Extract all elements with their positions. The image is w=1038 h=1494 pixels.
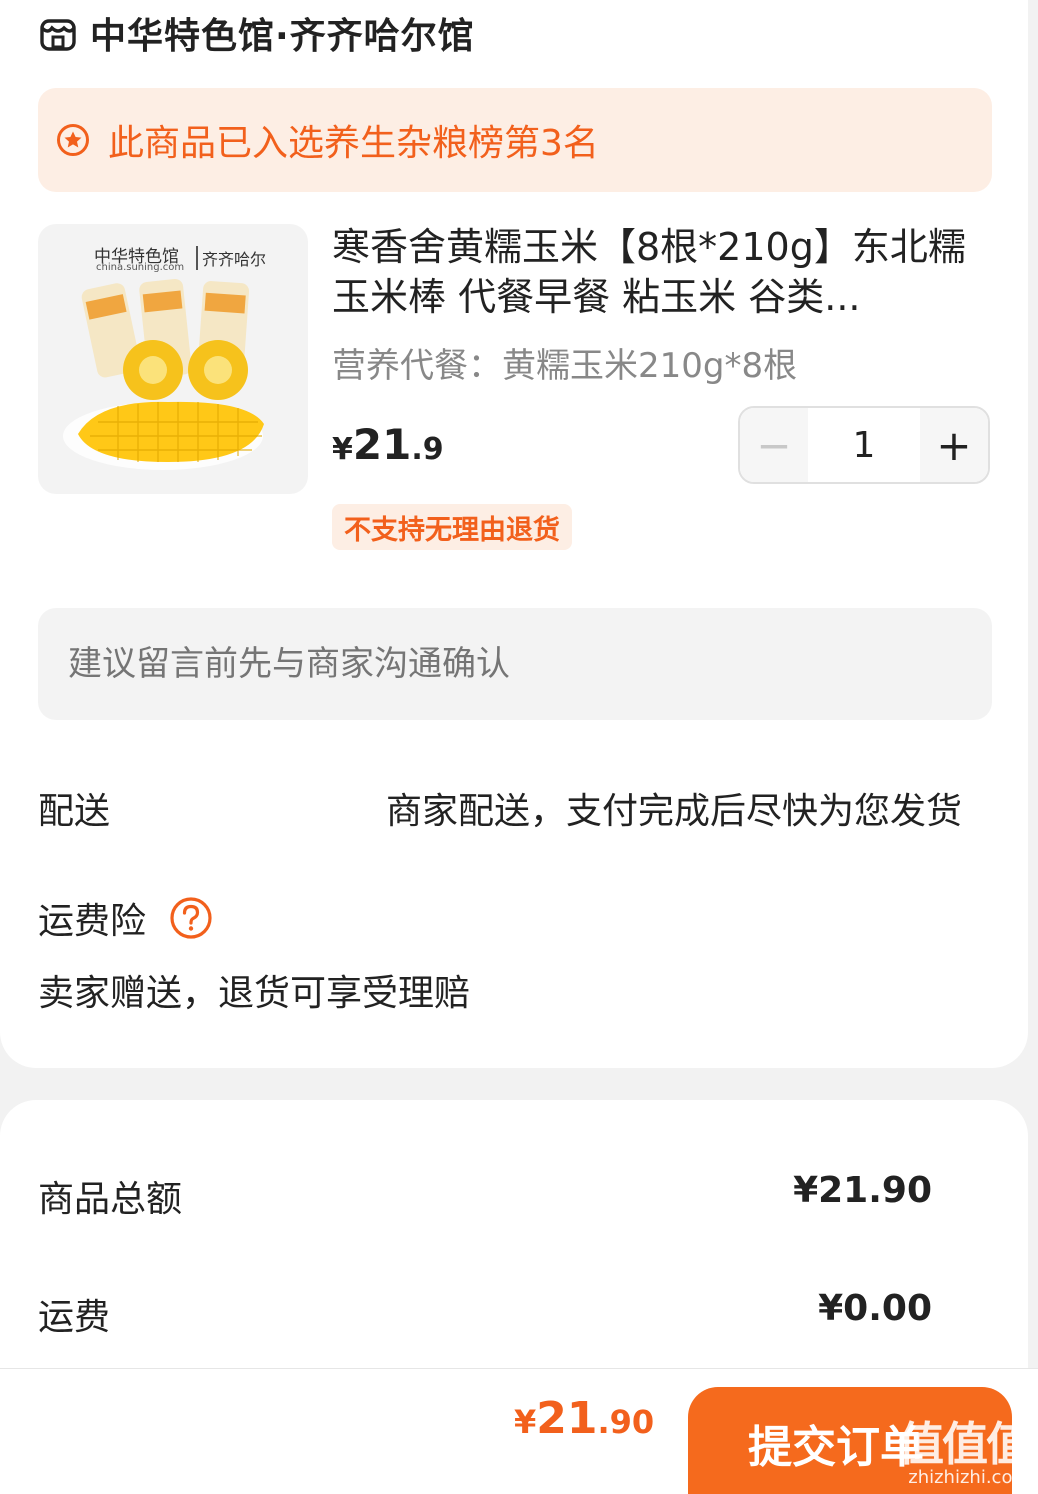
goods-total-label: 商品总额 — [38, 1179, 183, 1220]
star-badge-icon — [57, 124, 89, 156]
watermark: 值值值 zhizhizhi.com — [898, 1417, 1032, 1488]
rank-text: 此商品已入选养生杂粮榜第3名 — [108, 123, 599, 164]
quantity-value[interactable]: 1 — [808, 425, 920, 466]
product-price: ¥21.9 — [332, 420, 444, 469]
product-image[interactable]: 中华特色馆 china.suning.com 齐齐哈尔 — [38, 224, 308, 494]
rank-banner[interactable]: 此商品已入选养生杂粮榜第3名 — [38, 88, 992, 192]
help-icon[interactable] — [168, 895, 214, 941]
bottom-bar: ¥21.90 提交订单 值值值 zhizhizhi.com — [0, 1368, 1038, 1494]
price-summary: 商品总额 ¥21.90 运费 ¥0.00 — [0, 1100, 1028, 1380]
order-total: ¥21.90 — [514, 1393, 654, 1444]
message-input[interactable] — [38, 608, 992, 720]
goods-total-value: ¥21.90 — [793, 1170, 932, 1211]
store-name: 中华特色馆·齐齐哈尔馆 — [90, 16, 475, 57]
corn-illustration — [63, 278, 264, 470]
shipping-insurance: 运费险 — [38, 892, 214, 944]
store-icon — [40, 19, 76, 51]
price-decimal: .9 — [411, 432, 444, 467]
insurance-label: 运费险 — [38, 901, 147, 942]
shipping-fee-label: 运费 — [38, 1297, 111, 1338]
increase-button[interactable]: + — [920, 408, 988, 482]
price-integer: 21 — [352, 420, 412, 469]
watermark-logo: 值值值 — [898, 1417, 1032, 1471]
delivery-value: 商家配送，支付完成后尽快为您发货 — [385, 791, 962, 832]
product-spec[interactable]: 营养代餐：黄糯玉米210g*8根 — [332, 338, 797, 387]
delivery-label: 配送 — [38, 791, 111, 832]
quantity-stepper: − 1 + — [738, 406, 990, 484]
order-card: 中华特色馆·齐齐哈尔馆 此商品已入选养生杂粮榜第3名 中华特色馆 china.s… — [0, 0, 1028, 1068]
shipping-fee-value: ¥0.00 — [818, 1288, 932, 1329]
insurance-description: 卖家赠送，退货可享受理赔 — [38, 973, 471, 1014]
no-return-badge: 不支持无理由退货 — [332, 504, 572, 550]
total-decimal: .90 — [597, 1403, 655, 1441]
price-currency: ¥ — [332, 432, 353, 467]
total-currency: ¥ — [514, 1403, 537, 1441]
total-integer: 21 — [536, 1393, 598, 1444]
store-header[interactable]: 中华特色馆·齐齐哈尔馆 — [38, 8, 475, 58]
product-title[interactable]: 寒香舍黄糯玉米【8根*210g】东北糯玉米棒 代餐早餐 粘玉米 谷类... — [332, 222, 992, 322]
watermark-site: zhizhizhi.com — [908, 1467, 1030, 1488]
decrease-button[interactable]: − — [740, 408, 808, 482]
